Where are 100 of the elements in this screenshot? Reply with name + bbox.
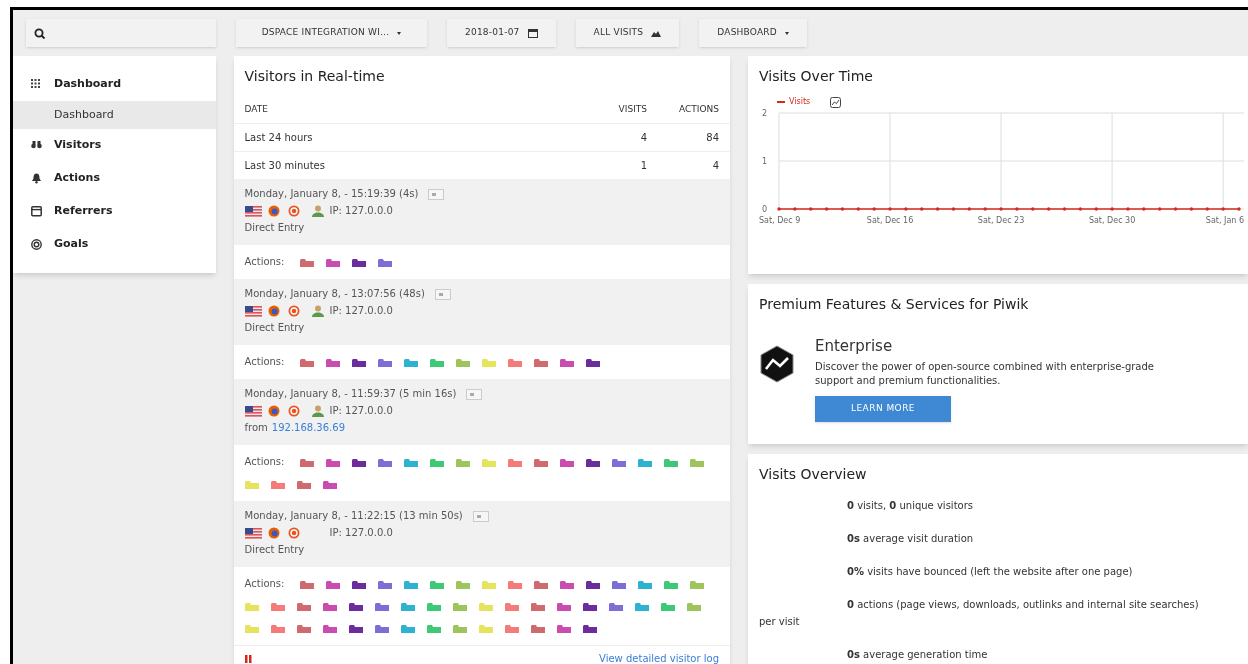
overview-stat: 0 actions (page views, downloads, outlinks and internal site searches) per visit xyxy=(759,598,1200,629)
folder-icon[interactable] xyxy=(351,457,366,467)
folder-icon[interactable] xyxy=(322,479,337,489)
folder-icon[interactable] xyxy=(533,457,548,467)
target-icon xyxy=(31,239,42,250)
ip-address: IP: 127.0.0.0 xyxy=(329,404,393,418)
table-cell-text: Last 30 minutes xyxy=(244,159,326,173)
folder-icon[interactable] xyxy=(351,357,366,367)
bell-icon xyxy=(31,173,42,184)
table-cell-text: 84 xyxy=(705,131,719,145)
ip-address: IP: 127.0.0.0 xyxy=(329,204,393,218)
folder-icon[interactable] xyxy=(556,623,571,633)
folder-icon[interactable] xyxy=(351,257,366,267)
visit-time: Monday, January 8, - 11:22:15 (13 min 50s) xyxy=(244,509,463,523)
actions-label: Actions: xyxy=(244,577,286,591)
folder-icon[interactable] xyxy=(559,357,574,367)
overview-stat: 0s average generation time xyxy=(846,648,989,662)
sidebar-subitem[interactable]: Dashboard xyxy=(13,101,216,129)
search-icon xyxy=(34,27,45,39)
feature-description: Discover the power of open-source combined with enterprise-grade support and premium functionalities. xyxy=(815,359,1155,388)
folder-icon[interactable] xyxy=(585,357,600,367)
toolbar-button[interactable]: DSPACE INTEGRATION WI... xyxy=(236,19,427,47)
sidebar-item[interactable]: Actions xyxy=(13,162,216,195)
data-point xyxy=(904,207,908,211)
folder-icon[interactable] xyxy=(374,601,389,611)
folder-icon[interactable] xyxy=(348,601,363,611)
axis-tick-label: Sat, Jan 6 xyxy=(1205,216,1244,225)
toolbar-button[interactable]: 2018-01-07 xyxy=(447,19,556,47)
profile-image-icon xyxy=(434,288,451,300)
folder-icon[interactable] xyxy=(585,457,600,467)
folder-icon[interactable] xyxy=(611,579,626,589)
referrer-text: Direct Entry xyxy=(244,221,305,235)
binoculars-icon xyxy=(31,140,42,151)
folder-icon[interactable] xyxy=(299,457,314,467)
folder-icon[interactable] xyxy=(322,623,337,633)
folder-icon[interactable] xyxy=(299,357,314,367)
data-point xyxy=(1126,207,1130,211)
folder-icon[interactable] xyxy=(377,257,392,267)
sidebar-item[interactable]: Dashboard xyxy=(13,68,216,101)
axis-tick-label: Sat, Dec 23 xyxy=(977,216,1025,225)
overview-stat: 0% visits have bounced (left the website after one page) xyxy=(846,565,1134,579)
folder-icon[interactable] xyxy=(325,579,340,589)
toolbar-button[interactable]: DASHBOARD xyxy=(699,19,807,47)
overview-stat: 0s average visit duration xyxy=(846,532,975,546)
table-cell-text: 4 xyxy=(639,131,647,145)
folder-icon[interactable] xyxy=(348,623,363,633)
data-point xyxy=(951,207,956,211)
actions-label: Actions: xyxy=(244,355,286,369)
calendar-icon xyxy=(527,28,538,38)
folder-icon[interactable] xyxy=(296,623,311,633)
folder-icon[interactable] xyxy=(533,579,548,589)
data-point xyxy=(935,207,940,211)
folder-icon[interactable] xyxy=(585,579,600,589)
sidebar-item[interactable]: Visitors xyxy=(13,129,216,162)
folder-icon[interactable] xyxy=(582,601,597,611)
sidebar-item[interactable]: Referrers xyxy=(13,195,216,228)
folder-icon[interactable] xyxy=(377,579,392,589)
data-point xyxy=(1031,207,1035,211)
folder-icon[interactable] xyxy=(530,601,545,611)
folder-icon[interactable] xyxy=(533,357,548,367)
column-header: DATE xyxy=(244,103,269,117)
folder-icon[interactable] xyxy=(608,601,623,611)
sidebar-item[interactable]: Goals xyxy=(13,228,216,261)
folder-icon[interactable] xyxy=(325,357,340,367)
folder-icon[interactable] xyxy=(296,479,311,489)
profile-image-icon xyxy=(466,388,483,400)
learn-more-button[interactable]: LEARN MORE xyxy=(815,395,951,422)
data-point xyxy=(1205,207,1209,211)
ip-address: IP: 127.0.0.0 xyxy=(329,526,393,540)
folder-icon[interactable] xyxy=(325,457,340,467)
toolbar-button[interactable]: ALL VISITS xyxy=(575,19,680,47)
folder-icon[interactable] xyxy=(556,601,571,611)
flag-icon xyxy=(244,305,262,317)
folder-icon[interactable] xyxy=(582,623,597,633)
browser-icon xyxy=(267,205,280,217)
visitor-log-link[interactable]: View detailed visitor log xyxy=(599,651,719,664)
data-point xyxy=(983,207,987,211)
data-point xyxy=(1110,207,1114,211)
chart-type-icon[interactable] xyxy=(830,96,842,108)
folder-icon[interactable] xyxy=(559,579,574,589)
flag-icon xyxy=(244,405,262,417)
data-point xyxy=(793,207,797,211)
search-field[interactable] xyxy=(26,19,216,47)
folder-icon[interactable] xyxy=(296,601,311,611)
folder-icon[interactable] xyxy=(377,457,392,467)
folder-icon[interactable] xyxy=(377,357,392,367)
visit-time: Monday, January 8, - 15:19:39 (4s) xyxy=(244,187,419,201)
folder-icon[interactable] xyxy=(374,623,389,633)
folder-icon[interactable] xyxy=(351,579,366,589)
folder-icon[interactable] xyxy=(322,601,337,611)
folder-icon[interactable] xyxy=(530,623,545,633)
folder-icon[interactable] xyxy=(299,579,314,589)
os-icon xyxy=(287,205,300,217)
referrer-link[interactable]: 192.168.36.69 xyxy=(271,421,345,435)
folder-icon[interactable] xyxy=(559,457,574,467)
folder-icon[interactable] xyxy=(299,257,314,267)
folder-icon[interactable] xyxy=(325,257,340,267)
data-point xyxy=(1046,207,1051,211)
browser-icon xyxy=(267,405,280,417)
folder-icon[interactable] xyxy=(611,457,626,467)
